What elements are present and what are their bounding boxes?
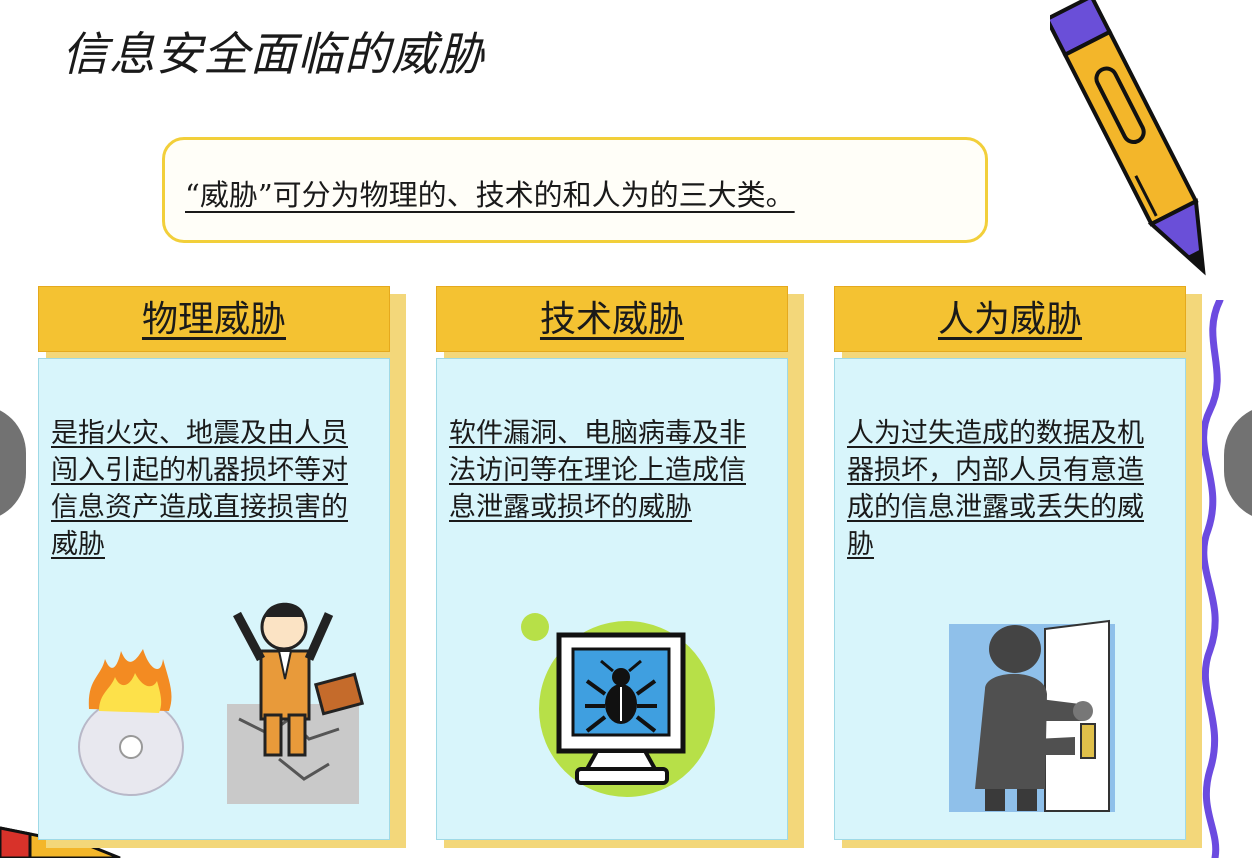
card-heading: 人为威胁 <box>937 299 1082 340</box>
pencil-decoration <box>1050 0 1206 276</box>
card-body: 人为过失造成的数据及机器损坏，内部人员有意造成的信息泄露或丢失的威胁 <box>834 358 1186 840</box>
technical-threat-card: 软件漏洞、电脑病毒及非法访问等在理论上造成信息泄露或损坏的威胁 技术威胁 <box>436 286 804 848</box>
card-header: 物理威胁 <box>38 286 390 352</box>
human-threat-card: 人为过失造成的数据及机器损坏，内部人员有意造成的信息泄露或丢失的威胁 人为威胁 <box>834 286 1202 848</box>
intro-box: “威胁”可分为物理的、技术的和人为的三大类。 <box>162 137 988 243</box>
card-header: 技术威胁 <box>436 286 788 352</box>
intro-text: “威胁”可分为物理的、技术的和人为的三大类。 <box>185 178 795 212</box>
card-heading: 技术威胁 <box>539 299 684 340</box>
previous-slide-button[interactable] <box>0 405 26 521</box>
card-header: 人为威胁 <box>834 286 1186 352</box>
card-description: 人为过失造成的数据及机器损坏，内部人员有意造成的信息泄露或丢失的威胁 <box>847 418 1144 560</box>
slide-title: 信息安全面临的威胁 <box>62 27 485 81</box>
physical-threat-card: 是指火灾、地震及由人员闯入引起的机器损坏等对信息资产造成直接损害的威胁 物理威胁 <box>38 286 406 848</box>
card-heading: 物理威胁 <box>141 299 286 340</box>
card-description: 是指火灾、地震及由人员闯入引起的机器损坏等对信息资产造成直接损害的威胁 <box>51 418 348 560</box>
card-body: 是指火灾、地震及由人员闯入引起的机器损坏等对信息资产造成直接损害的威胁 <box>38 358 390 840</box>
card-description: 软件漏洞、电脑病毒及非法访问等在理论上造成信息泄露或损坏的威胁 <box>449 418 746 523</box>
card-body: 软件漏洞、电脑病毒及非法访问等在理论上造成信息泄露或损坏的威胁 <box>436 358 788 840</box>
